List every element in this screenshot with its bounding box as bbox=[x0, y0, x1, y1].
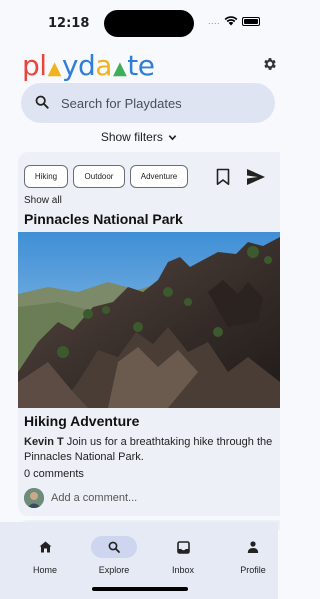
status-time: 12:18 bbox=[48, 16, 90, 31]
nav-profile-label: Profile bbox=[240, 565, 266, 575]
add-comment-field[interactable]: Add a comment... bbox=[51, 492, 137, 504]
nav-inbox[interactable]: Inbox bbox=[153, 536, 213, 575]
nav-home-label: Home bbox=[32, 565, 57, 575]
show-filters-button[interactable]: Show filters bbox=[0, 130, 278, 144]
dynamic-island bbox=[104, 10, 194, 37]
nav-explore-icon-wrap bbox=[91, 536, 137, 558]
show-filters-label: Show filters bbox=[100, 130, 163, 144]
nav-home[interactable]: Home bbox=[15, 536, 75, 575]
logo-letter: t bbox=[127, 49, 138, 82]
post-title: Hiking Adventure bbox=[24, 413, 140, 429]
send-icon[interactable] bbox=[246, 168, 266, 186]
search-input[interactable] bbox=[61, 83, 261, 123]
bookmark-icon[interactable] bbox=[216, 168, 230, 186]
signal-dots: .... bbox=[207, 16, 220, 26]
avatar bbox=[24, 488, 44, 508]
wifi-icon bbox=[224, 16, 238, 26]
tag-chip[interactable]: Adventure bbox=[130, 165, 188, 188]
status-bar: 12:18 .... bbox=[0, 0, 278, 44]
home-icon bbox=[39, 541, 51, 553]
tag-chip[interactable]: Hiking bbox=[24, 165, 68, 188]
home-indicator bbox=[92, 587, 188, 591]
post-author[interactable]: Kevin T bbox=[24, 436, 64, 448]
chevron-down-icon bbox=[168, 135, 177, 141]
nav-explore[interactable]: Explore bbox=[84, 536, 144, 575]
status-icons: .... bbox=[208, 16, 260, 26]
search-bar[interactable] bbox=[21, 83, 275, 123]
logo-letter: a bbox=[95, 49, 112, 82]
nav-inbox-label: Inbox bbox=[171, 565, 195, 575]
nav-home-icon-wrap bbox=[22, 536, 68, 558]
park-photo bbox=[18, 232, 280, 408]
person-icon bbox=[247, 541, 259, 553]
playdate-card[interactable]: Hiking Outdoor Adventure Show all Pinnac… bbox=[18, 152, 280, 516]
comment-count[interactable]: 0 comments bbox=[24, 468, 84, 480]
logo-letter: y bbox=[61, 49, 79, 82]
search-icon bbox=[108, 541, 120, 553]
logo-letter: ▲ bbox=[112, 58, 127, 79]
logo-letter: p bbox=[22, 49, 40, 82]
header: pl▲yda▲te bbox=[22, 52, 276, 84]
nav-inbox-icon-wrap bbox=[160, 536, 206, 558]
battery-icon bbox=[242, 16, 260, 26]
logo-letter: ▲ bbox=[47, 58, 62, 79]
tag-chip[interactable]: Outdoor bbox=[73, 165, 125, 188]
show-all-link[interactable]: Show all bbox=[24, 195, 62, 206]
tag-list: Hiking Outdoor Adventure bbox=[24, 165, 188, 188]
logo-letter: e bbox=[137, 49, 155, 82]
nav-profile-icon-wrap bbox=[230, 536, 276, 558]
nav-profile[interactable]: Profile bbox=[223, 536, 283, 575]
logo-letter: l bbox=[39, 49, 47, 82]
logo-letter: d bbox=[77, 49, 96, 82]
gear-icon[interactable] bbox=[262, 56, 278, 72]
nav-explore-label: Explore bbox=[98, 565, 130, 575]
search-icon bbox=[35, 95, 49, 109]
place-title: Pinnacles National Park bbox=[24, 211, 183, 227]
post-body: Kevin T Join us for a breathtaking hike … bbox=[24, 435, 274, 465]
app-logo: pl▲yda▲te bbox=[22, 52, 155, 82]
inbox-icon bbox=[176, 540, 190, 554]
